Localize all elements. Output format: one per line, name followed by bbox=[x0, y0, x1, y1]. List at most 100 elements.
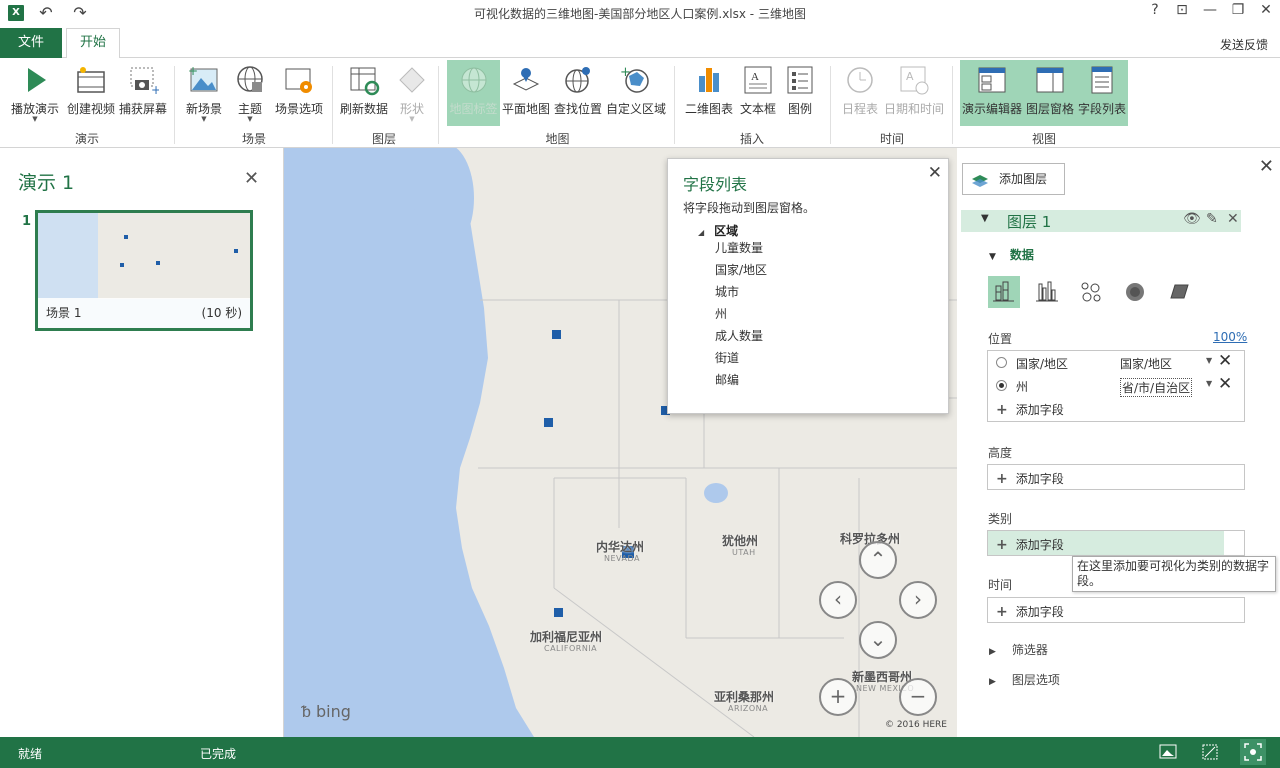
play-tour-button[interactable]: 播放演示 ▼ bbox=[6, 60, 64, 126]
heatmap-icon[interactable] bbox=[1119, 276, 1151, 308]
remove-field-icon[interactable]: ✕ bbox=[1218, 351, 1232, 371]
pan-up-button[interactable]: ⌃ bbox=[859, 541, 897, 579]
flat-map-button[interactable]: 平面地图 bbox=[500, 60, 552, 126]
send-feedback-button[interactable]: 发送反馈 bbox=[1220, 36, 1268, 53]
category-field-box[interactable]: + 添加字段 bbox=[987, 530, 1245, 556]
field-item[interactable]: 国家/地区 bbox=[715, 261, 767, 278]
pan-down-button[interactable]: ⌄ bbox=[859, 621, 897, 659]
filters-section[interactable]: ▶ 筛选器 bbox=[989, 641, 1048, 658]
group-label-layer: 图层 bbox=[371, 132, 396, 146]
bubble-icon[interactable] bbox=[1075, 276, 1107, 308]
thumbnail-data-point bbox=[120, 263, 124, 267]
pencil-icon[interactable]: ✎ bbox=[1206, 211, 1218, 227]
film-icon bbox=[75, 64, 107, 96]
custom-regions-button[interactable]: + 自定义区域 bbox=[604, 60, 668, 126]
map-labels-button[interactable]: 地图标签 bbox=[447, 60, 500, 126]
field-item[interactable]: 儿童数量 bbox=[715, 239, 763, 256]
tour-panel: 演示 1 ✕ 1 场景 1 (10 秒) bbox=[0, 148, 284, 737]
maximize-button[interactable]: ❐ bbox=[1228, 2, 1248, 18]
refresh-data-button[interactable]: 刷新数据 bbox=[336, 60, 392, 126]
location-type-select[interactable]: 国家/地区 bbox=[1120, 355, 1172, 372]
zoom-out-button[interactable]: − bbox=[899, 678, 937, 716]
close-field-list-icon[interactable]: ✕ bbox=[928, 163, 942, 183]
group-label-insert: 插入 bbox=[739, 132, 764, 146]
add-layer-button[interactable]: 添加图层 bbox=[962, 163, 1065, 195]
field-item[interactable]: 州 bbox=[715, 305, 727, 322]
text-box-button[interactable]: A 文本框 bbox=[738, 60, 778, 126]
field-item[interactable]: 城市 bbox=[715, 283, 739, 300]
data-section-header[interactable]: ▼ 数据 bbox=[989, 246, 1034, 263]
region-icon[interactable] bbox=[1163, 276, 1195, 308]
remove-field-icon[interactable]: ✕ bbox=[1218, 374, 1232, 394]
location-confidence-link[interactable]: 100% bbox=[1213, 330, 1247, 344]
field-list-button[interactable]: 字段列表 bbox=[1076, 60, 1128, 126]
close-tour-panel-icon[interactable]: ✕ bbox=[244, 168, 259, 189]
zoom-in-button[interactable]: + bbox=[819, 678, 857, 716]
location-type-select[interactable]: 省/市/自治区 bbox=[1120, 378, 1193, 397]
location-radio-selected[interactable] bbox=[996, 380, 1007, 391]
close-window-button[interactable]: ✕ bbox=[1256, 2, 1276, 18]
scene-name: 场景 1 bbox=[46, 306, 82, 320]
clustered-column-icon[interactable] bbox=[1031, 276, 1063, 308]
height-field-box[interactable]: + 添加字段 bbox=[987, 464, 1245, 490]
full-screen-icon[interactable] bbox=[1200, 742, 1220, 762]
date-time-button[interactable]: A 日期和时间 bbox=[882, 60, 946, 126]
layer-header[interactable]: ▼ 图层 1 👁 ✎ ✕ bbox=[961, 210, 1241, 232]
new-scene-button[interactable]: + 新场景 ▼ bbox=[182, 60, 226, 126]
scene-number: 1 bbox=[22, 214, 32, 229]
pan-left-button[interactable]: ‹ bbox=[819, 581, 857, 619]
data-point[interactable] bbox=[554, 608, 563, 617]
stacked-column-icon[interactable] bbox=[988, 276, 1020, 308]
time-field-box[interactable]: + 添加字段 bbox=[987, 597, 1245, 623]
data-point[interactable] bbox=[552, 330, 561, 339]
ribbon: 播放演示 ▼ 创建视频 + 捕获屏幕 演示 + 新场景 ▼ 主题 ▼ 场景选项 … bbox=[0, 58, 1280, 148]
legend-button[interactable]: 图例 bbox=[782, 60, 818, 126]
scene-thumbnail[interactable]: 场景 1 (10 秒) bbox=[35, 210, 253, 331]
fit-map-icon[interactable] bbox=[1240, 739, 1266, 765]
field-item[interactable]: 成人数量 bbox=[715, 327, 763, 344]
thumbnail-land bbox=[98, 213, 250, 299]
theme-button[interactable]: 主题 ▼ bbox=[230, 60, 270, 126]
add-category-field-button[interactable]: + 添加字段 bbox=[996, 536, 1064, 553]
layer-options-section[interactable]: ▶ 图层选项 bbox=[989, 671, 1060, 688]
tour-editor-button[interactable]: 演示编辑器 bbox=[960, 60, 1024, 126]
close-layer-panel-icon[interactable]: ✕ bbox=[1259, 156, 1274, 177]
eye-icon[interactable]: 👁 bbox=[1183, 211, 1201, 227]
layer-pane-button[interactable]: 图层窗格 bbox=[1024, 60, 1076, 126]
dropdown-arrow-icon[interactable]: ▼ bbox=[1206, 379, 1212, 388]
add-location-field-button[interactable]: + 添加字段 bbox=[996, 401, 1064, 418]
ribbon-separator bbox=[332, 66, 333, 144]
undo-icon[interactable]: ↶ bbox=[36, 3, 56, 22]
tab-home[interactable]: 开始 bbox=[66, 28, 120, 59]
normal-view-icon[interactable] bbox=[1158, 742, 1178, 762]
capture-screen-button[interactable]: + 捕获屏幕 bbox=[118, 60, 168, 126]
timeline-button[interactable]: 日程表 bbox=[838, 60, 882, 126]
redo-icon[interactable]: ↷ bbox=[70, 3, 90, 22]
tab-file[interactable]: 文件 bbox=[0, 28, 62, 58]
ribbon-display-button[interactable]: ⊡ bbox=[1172, 2, 1192, 18]
help-button[interactable]: ? bbox=[1145, 2, 1165, 18]
layer-panel: 添加图层 ✕ ▼ 图层 1 👁 ✎ ✕ ▼ 数据 位置 100% 国家/地区 国家… bbox=[957, 148, 1280, 737]
pan-right-button[interactable]: › bbox=[899, 581, 937, 619]
field-group-region[interactable]: ◢ 区域 bbox=[698, 222, 738, 239]
scene-options-button[interactable]: 场景选项 bbox=[272, 60, 326, 126]
add-height-field-button[interactable]: + 添加字段 bbox=[996, 470, 1064, 487]
shapes-button[interactable]: 形状 ▼ bbox=[394, 60, 430, 126]
2d-chart-button[interactable]: 二维图表 bbox=[682, 60, 736, 126]
field-item[interactable]: 邮编 bbox=[715, 371, 739, 388]
add-time-field-button[interactable]: + 添加字段 bbox=[996, 603, 1064, 620]
dropdown-arrow-icon[interactable]: ▼ bbox=[1206, 356, 1212, 365]
legend-icon bbox=[784, 64, 816, 96]
location-radio[interactable] bbox=[996, 357, 1007, 368]
collapse-triangle-icon[interactable]: ▼ bbox=[981, 213, 989, 224]
create-video-button[interactable]: 创建视频 bbox=[64, 60, 118, 126]
group-label-map: 地图 bbox=[545, 132, 570, 146]
time-label: 时间 bbox=[988, 578, 1013, 592]
delete-layer-icon[interactable]: ✕ bbox=[1227, 211, 1239, 227]
map-sublabel-nevada: NEVADA bbox=[604, 554, 640, 563]
location-label: 位置 bbox=[988, 332, 1013, 346]
field-item[interactable]: 街道 bbox=[715, 349, 739, 366]
data-point[interactable] bbox=[544, 418, 553, 427]
find-location-button[interactable]: 查找位置 bbox=[552, 60, 604, 126]
minimize-button[interactable]: — bbox=[1200, 2, 1220, 18]
